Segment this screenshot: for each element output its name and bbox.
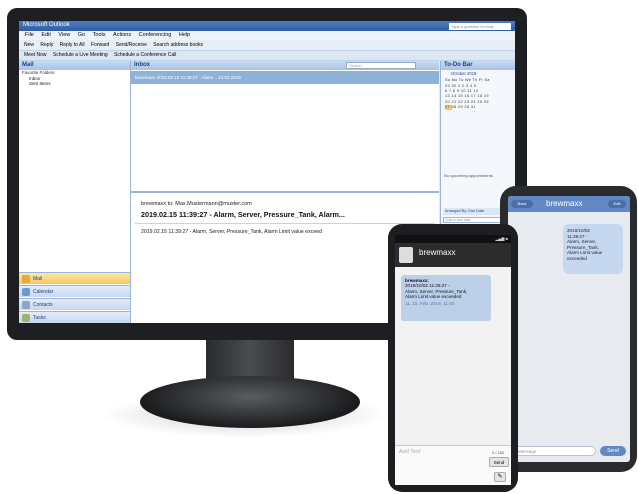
ios-nav-bar: Back brewmaxx Edit bbox=[508, 196, 630, 212]
back-button[interactable]: Back bbox=[511, 200, 533, 208]
window-title: Microsoft Outlook bbox=[23, 22, 70, 28]
tasks-icon bbox=[22, 314, 30, 322]
nav-contacts[interactable]: Contacts bbox=[19, 298, 130, 310]
avatar bbox=[399, 247, 413, 263]
help-search-input[interactable]: Type a question for help bbox=[449, 23, 511, 30]
meet-now-button[interactable]: Meet Now bbox=[24, 52, 47, 58]
inbox-title: Inbox bbox=[134, 62, 150, 68]
mail-pane-title: Mail bbox=[19, 61, 130, 70]
calendar-month: October 2019 bbox=[451, 71, 477, 76]
folder-sent-items[interactable]: Sent Items bbox=[19, 81, 130, 86]
message-from: brewmaxx to: Max.Mustermann@muster.com bbox=[141, 201, 252, 207]
reply-all-button[interactable]: Reply to All bbox=[60, 42, 85, 48]
standard-toolbar: New Reply Reply to All Forward Send/Rece… bbox=[19, 40, 515, 51]
attach-icon[interactable]: ✎ bbox=[494, 472, 506, 482]
menu-actions[interactable]: Actions bbox=[113, 32, 131, 38]
menu-view[interactable]: View bbox=[58, 32, 70, 38]
android-messages-screen: ▂▄▆ ■ brewmaxx brewmaxx: 2019/10/02 11:3… bbox=[395, 235, 511, 485]
edit-button[interactable]: Edit bbox=[608, 200, 626, 208]
menu-bar: File Edit View Go Tools Actions Conferen… bbox=[19, 31, 515, 40]
nav-tasks-label: Tasks bbox=[33, 315, 46, 321]
monitor-base bbox=[140, 376, 360, 428]
calendar-grid[interactable]: 29 30 1 2 3 4 5 6 7 8 9 10 11 12 13 14 1… bbox=[445, 84, 513, 110]
message-time: 11, 15. Feb. 2019, 11:40 bbox=[405, 300, 455, 306]
send-button[interactable]: Send bbox=[600, 446, 626, 456]
reply-button[interactable]: Reply bbox=[40, 42, 53, 48]
mail-navigation-pane: Mail Favorite Folders Inbox Sent Items M… bbox=[19, 61, 131, 323]
menu-tools[interactable]: Tools bbox=[93, 32, 106, 38]
message-line: Alarm Limit value exceeded bbox=[405, 294, 462, 300]
inbox-header: Inbox Search bbox=[131, 61, 439, 70]
schedule-live-meeting-button[interactable]: Schedule a Live Meeting bbox=[53, 52, 108, 58]
conversation-header: brewmaxx bbox=[395, 243, 511, 267]
send-button[interactable]: Send bbox=[489, 457, 509, 467]
inbox-search-input[interactable]: Search bbox=[346, 62, 416, 69]
calendar-icon bbox=[22, 288, 30, 296]
message-body: 2019.02.15 11:39:27 - Alarm, Server, Pre… bbox=[141, 229, 322, 235]
nav-contacts-label: Contacts bbox=[33, 302, 53, 308]
todo-title: To-Do Bar bbox=[441, 61, 515, 70]
contact-name: brewmaxx bbox=[546, 199, 583, 208]
calendar-weekdays: Su Mo Tu We Th Fr Sa bbox=[445, 78, 490, 82]
menu-file[interactable]: File bbox=[25, 32, 34, 38]
calendar-week[interactable]: 27 28 29 30 31 bbox=[445, 105, 513, 110]
message-bubble: brewmaxx: 2019/10/02 11:39:27 - Alarm, S… bbox=[401, 275, 491, 321]
contact-name: brewmaxx bbox=[419, 248, 456, 257]
imessage-input[interactable]: iMessage bbox=[512, 446, 596, 456]
nav-mail-label: Mail bbox=[33, 276, 43, 282]
no-appointments-text: No upcoming appointments. bbox=[444, 173, 494, 178]
conferencing-toolbar: Meet Now Schedule a Live Meeting Schedul… bbox=[19, 51, 515, 61]
schedule-conference-call-button[interactable]: Schedule a Conference Call bbox=[114, 52, 176, 58]
status-bar: ▂▄▆ ■ bbox=[395, 235, 511, 243]
title-bar: Microsoft Outlook Type a question for he… bbox=[19, 21, 515, 31]
phone-ios: Back brewmaxx Edit 2019/10/02 11:39:27 -… bbox=[500, 186, 637, 472]
send-receive-button[interactable]: Send/Receive bbox=[116, 42, 147, 48]
nav-calendar-label: Calendar bbox=[33, 289, 54, 295]
nav-tasks[interactable]: Tasks bbox=[19, 311, 130, 323]
char-counter: 0 / 160 bbox=[492, 450, 505, 455]
menu-conferencing[interactable]: Conferencing bbox=[139, 32, 172, 38]
mail-icon bbox=[22, 275, 30, 283]
address-book-search[interactable]: Search address books bbox=[153, 42, 203, 48]
compose-area: Add Text 0 / 160 Send ✎ bbox=[395, 445, 511, 485]
nav-calendar[interactable]: Calendar bbox=[19, 285, 130, 297]
nav-mail[interactable]: Mail bbox=[19, 272, 130, 284]
message-bubble: 2019/10/02 11:39:27 - Alarm, Server, Pre… bbox=[563, 224, 623, 274]
compose-input[interactable]: Add Text bbox=[399, 449, 420, 455]
menu-help[interactable]: Help bbox=[179, 32, 190, 38]
message-line: Alarm Limit value exceeded bbox=[567, 250, 603, 261]
divider bbox=[135, 223, 435, 224]
menu-edit[interactable]: Edit bbox=[41, 32, 50, 38]
message-subject: 2019.02.15 11:39:27 - Alarm, Server, Pre… bbox=[141, 210, 345, 219]
phone-android: ▂▄▆ ■ brewmaxx brewmaxx: 2019/10/02 11:3… bbox=[388, 224, 518, 492]
new-button[interactable]: New bbox=[24, 42, 34, 48]
contacts-icon bbox=[22, 301, 30, 309]
selected-message-row[interactable]: brewmaxx 2019.02.15 11:39:27 - Alarm... … bbox=[131, 71, 439, 84]
menu-go[interactable]: Go bbox=[78, 32, 85, 38]
ios-messages-screen: Back brewmaxx Edit 2019/10/02 11:39:27 -… bbox=[508, 196, 630, 462]
forward-button[interactable]: Forward bbox=[91, 42, 109, 48]
